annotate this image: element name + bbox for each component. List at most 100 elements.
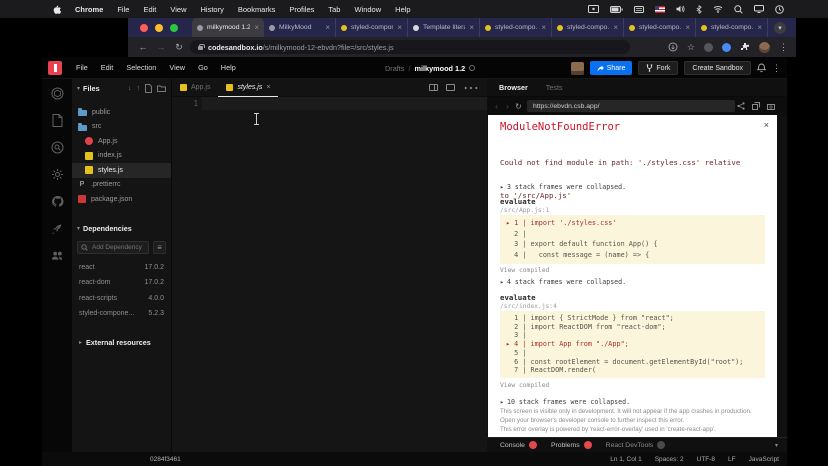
preview-reload-icon[interactable]: ↻ [513, 102, 524, 111]
project-overview-icon[interactable] [51, 87, 64, 100]
tab-search-icon[interactable]: ▾ [774, 22, 786, 34]
tab-close-icon[interactable]: × [685, 24, 690, 32]
battery-icon[interactable] [610, 6, 623, 13]
file-tree-item-index-js[interactable]: index.js [72, 149, 171, 164]
editor-tab-styles-js[interactable]: styles.js × [218, 79, 278, 97]
collapsed-frames-toggle[interactable]: ▸10 stack frames were collapsed. [500, 398, 630, 406]
lock-icon[interactable] [198, 46, 203, 50]
menu-item-help[interactable]: Help [395, 5, 410, 14]
menu-item-file[interactable]: File [117, 5, 129, 14]
devtools-tab-react-devtools[interactable]: React DevTools [606, 441, 666, 449]
send-to-devices-icon[interactable] [668, 42, 678, 52]
tab-close-icon[interactable]: × [469, 24, 474, 32]
fork-button[interactable]: Fork [638, 61, 678, 75]
open-in-new-window-icon[interactable] [752, 102, 760, 110]
dependency-row[interactable]: react 17.0.2 [72, 260, 171, 276]
menu-item-window[interactable]: Window [354, 5, 381, 14]
input-source-flag-icon[interactable] [655, 6, 665, 13]
collapsed-frames-toggle[interactable]: ▸3 stack frames were collapsed. [500, 183, 626, 191]
upload-file-icon[interactable]: ↑ [137, 85, 141, 92]
csb-menu-go[interactable]: Go [198, 63, 208, 72]
user-avatar[interactable] [571, 62, 584, 75]
browser-menu-kebab-icon[interactable]: ⋮ [779, 42, 788, 53]
window-zoom-button[interactable] [170, 24, 178, 32]
browser-tab[interactable]: styled-compo... × [624, 18, 696, 37]
csb-menu-view[interactable]: View [169, 63, 185, 72]
editor-tab-app-js[interactable]: App.js [172, 79, 218, 97]
dependencies-section-header[interactable]: ▾ Dependencies [72, 221, 171, 237]
menu-item-chrome[interactable]: Chrome [75, 5, 103, 14]
code-editor[interactable]: App.js styles.js × ⋯ 1 [172, 79, 487, 452]
preview-tab-tests[interactable]: Tests [546, 83, 563, 92]
file-explorer-icon[interactable] [51, 114, 64, 127]
browser-tab[interactable]: styled-compo... × [696, 18, 768, 37]
tab-close-icon[interactable]: × [325, 24, 330, 32]
window-close-button[interactable] [140, 24, 148, 32]
menu-item-tab[interactable]: Tab [328, 5, 340, 14]
breadcrumb-folder[interactable]: Drafts [385, 64, 404, 73]
tab-close-icon[interactable]: × [541, 24, 546, 32]
browser-tab[interactable]: styled-compo... × [480, 18, 552, 37]
extension-icon[interactable] [704, 43, 713, 52]
window-minimize-button[interactable] [155, 24, 163, 32]
header-kebab-icon[interactable]: ⋮ [772, 63, 781, 74]
devtools-collapse-icon[interactable]: ▾ [775, 442, 778, 449]
menu-item-profiles[interactable]: Profiles [289, 5, 314, 14]
volume-icon[interactable] [676, 5, 685, 13]
menu-item-history[interactable]: History [201, 5, 224, 14]
browser-tab[interactable]: milkymood 1.2 × [192, 18, 264, 37]
browser-tab[interactable]: Template litera... × [408, 18, 480, 37]
devtools-tab-problems[interactable]: Problems [551, 441, 592, 449]
language-mode[interactable]: JavaScript [749, 456, 779, 463]
apple-menu-icon[interactable] [52, 4, 61, 15]
file-tree-item-src[interactable]: src [72, 120, 171, 135]
share-button[interactable]: Share [590, 61, 633, 75]
indentation-setting[interactable]: Spaces: 2 [655, 456, 684, 463]
dependency-row[interactable]: styled-compone... 5.2.3 [72, 306, 171, 322]
new-file-icon[interactable] [145, 84, 152, 93]
view-compiled-link[interactable]: View compiled [500, 267, 549, 274]
browser-tab[interactable]: styled-compo... × [552, 18, 624, 37]
spotlight-search-icon[interactable] [734, 5, 743, 14]
file-tree-item-public[interactable]: public [72, 105, 171, 120]
external-resources-header[interactable]: ▸ External resources [72, 338, 171, 347]
preview-url-field[interactable]: https://ebvdn.csb.app/ [527, 100, 735, 112]
browser-tab[interactable]: MilkyMood × [264, 18, 336, 37]
back-icon[interactable]: ← [134, 42, 152, 52]
browser-tab[interactable]: styled-compon... × [336, 18, 408, 37]
menu-item-bookmarks[interactable]: Bookmarks [238, 5, 276, 14]
deployment-rocket-icon[interactable] [51, 222, 64, 235]
tab-close-icon[interactable]: × [397, 24, 402, 32]
csb-menu-selection[interactable]: Selection [126, 63, 156, 72]
split-editor-icon[interactable] [429, 84, 438, 91]
menu-item-edit[interactable]: Edit [143, 5, 156, 14]
github-icon[interactable] [51, 195, 64, 208]
new-folder-icon[interactable] [157, 85, 166, 92]
devtools-tab-console[interactable]: Console [500, 441, 537, 449]
dependency-row[interactable]: react-dom 17.0.2 [72, 275, 171, 291]
preview-share-icon[interactable] [737, 102, 745, 110]
close-icon[interactable]: × [764, 120, 769, 130]
codesandbox-logo[interactable] [48, 61, 62, 75]
tab-close-icon[interactable]: × [757, 24, 762, 32]
preview-forward-icon[interactable]: › [502, 102, 513, 111]
tab-close-icon[interactable]: × [613, 24, 618, 32]
file-tree-item-styles-js[interactable]: styles.js [72, 163, 171, 178]
keyboard-icon[interactable] [634, 6, 644, 13]
csb-menu-help[interactable]: Help [221, 63, 236, 72]
tab-close-icon[interactable]: × [254, 24, 259, 32]
control-center-icon[interactable] [775, 5, 784, 14]
preview-back-icon[interactable]: ‹ [491, 102, 502, 111]
omnibox[interactable]: codesandbox.io/s/milkymood-12-ebvdn?file… [190, 40, 630, 54]
export-zip-icon[interactable]: ↓ [128, 85, 132, 92]
forward-icon[interactable]: → [152, 42, 170, 52]
editor-more-icon[interactable]: ⋯ [463, 78, 479, 98]
screen-mirroring-icon[interactable] [588, 5, 599, 13]
tab-close-icon[interactable]: × [266, 84, 270, 91]
files-section-header[interactable]: ▾ Files ↓ ↑ [72, 79, 171, 97]
file-tree-item-prettierrc[interactable]: P .prettierrc [72, 178, 171, 193]
preview-tab-browser[interactable]: Browser [499, 83, 528, 92]
wifi-icon[interactable] [713, 5, 723, 13]
file-tree-item-app-js[interactable]: App.js [72, 134, 171, 149]
screenshot-icon[interactable] [767, 103, 775, 110]
